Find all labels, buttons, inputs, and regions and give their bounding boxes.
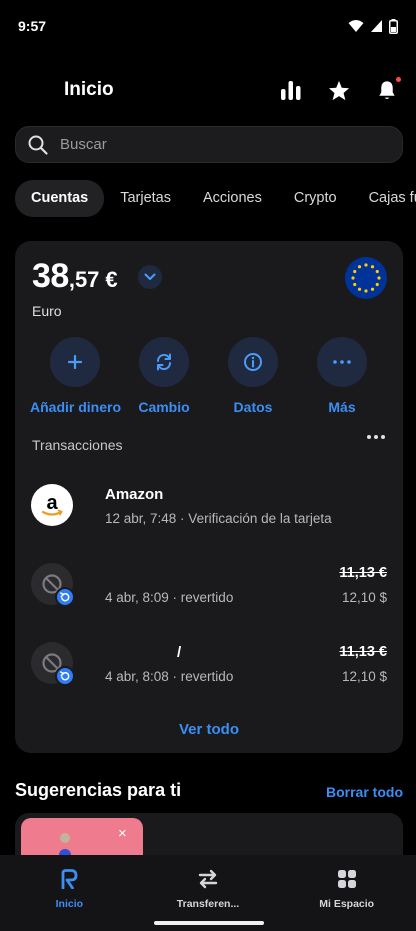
notification-badge (396, 77, 401, 82)
wifi-icon (348, 20, 364, 32)
nav-my-space-label[interactable]: Mi Espacio (277, 898, 416, 910)
transaction-subtitle: 12 abr, 7:48 · Verificación de la tarjet… (105, 511, 332, 526)
transaction-amount-original: 12,10 $ (341, 590, 387, 605)
balance-integer: 38 (32, 257, 69, 295)
svg-text:a: a (46, 492, 58, 514)
battery-icon (389, 18, 398, 34)
transaction-amount: 11,13 € (339, 565, 387, 581)
tab-cajas-fuertes[interactable]: Cajas fu (353, 180, 416, 217)
header-icons (280, 77, 401, 101)
nav-home[interactable]: Inicio (0, 855, 139, 931)
signal-icon (371, 20, 382, 32)
balance: 38 ,57 € (32, 257, 118, 296)
more-icon (333, 360, 351, 364)
search-bar[interactable]: Buscar (15, 126, 403, 163)
status-time: 9:57 (18, 18, 47, 34)
action-circle[interactable] (317, 337, 367, 387)
account-selector-button[interactable] (138, 265, 162, 289)
status-bar: 9:57 (0, 0, 416, 52)
revolut-r-icon (0, 867, 139, 891)
action-circle[interactable] (139, 337, 189, 387)
tab-crypto[interactable]: Crypto (278, 180, 353, 217)
page-title: Inicio (64, 79, 114, 100)
eu-star (370, 287, 375, 291)
transaction-row[interactable]: 4 abr, 8:09 · revertido 11,13 € 12,10 $ (31, 563, 387, 607)
status-icons (348, 18, 398, 34)
eu-star (364, 263, 368, 267)
eu-star (375, 282, 379, 287)
transaction-amount: 11,13 € (339, 644, 387, 660)
transaction-row[interactable]: / 4 abr, 8:08 · revertido 11,13 € 12,10 … (31, 642, 387, 686)
tab-tarjetas[interactable]: Tarjetas (104, 180, 187, 217)
eu-star (377, 276, 381, 280)
eu-star (375, 269, 379, 274)
home-indicator[interactable] (154, 921, 264, 925)
revert-badge-icon (55, 666, 75, 686)
eu-star (357, 265, 362, 269)
chevron-down-icon (144, 273, 156, 280)
transaction-subtitle: 4 abr, 8:08 · revertido (105, 669, 234, 684)
exchange-label[interactable]: Cambio (119, 399, 209, 415)
transactions-more-icon[interactable] (367, 435, 385, 439)
star-icon[interactable] (328, 79, 350, 101)
clear-all-button[interactable]: Borrar todo (326, 784, 403, 800)
header: Inicio (0, 70, 416, 110)
account-tabs: Cuentas Tarjetas Acciones Crypto Cajas f… (15, 180, 416, 217)
exchange-button[interactable]: Cambio (119, 337, 209, 415)
account-actions: Añadir dinero Cambio Datos Más (15, 337, 403, 417)
transaction-row[interactable]: a Amazon 12 abr, 7:48 · Verificación de … (31, 484, 387, 528)
bottom-navigation: Inicio Transferen... Mi Espacio (0, 855, 416, 931)
balance-currency: € (105, 267, 118, 292)
search-icon (28, 135, 48, 155)
transaction-title: Amazon (105, 486, 164, 503)
suggestions-title: Sugerencias para ti (15, 780, 182, 800)
more-label[interactable]: Más (297, 399, 387, 415)
action-circle[interactable] (228, 337, 278, 387)
balance-decimal: ,57 (68, 267, 100, 292)
exchange-icon (156, 353, 172, 371)
see-all-button[interactable]: Ver todo (15, 721, 403, 738)
add-money-label[interactable]: Añadir dinero (30, 399, 121, 415)
add-money-button[interactable]: Añadir dinero (30, 337, 121, 415)
eu-star (353, 282, 357, 287)
eu-star (370, 265, 375, 269)
search-input[interactable]: Buscar (60, 136, 107, 153)
currency-name: Euro (32, 303, 62, 319)
eu-star (364, 289, 368, 293)
nav-transfers[interactable]: Transferen... (139, 855, 278, 931)
amazon-logo: a (31, 484, 73, 526)
plus-icon (67, 354, 83, 370)
eu-flag-icon[interactable] (345, 257, 387, 299)
transaction-title: / (177, 644, 182, 661)
grid-icon (277, 867, 416, 891)
tab-cuentas[interactable]: Cuentas (15, 180, 105, 217)
info-icon (244, 353, 262, 371)
nav-my-space[interactable]: Mi Espacio (277, 855, 416, 931)
transactions-header: Transacciones (32, 437, 123, 453)
tab-acciones[interactable]: Acciones (187, 180, 278, 217)
revert-badge-icon (55, 587, 75, 607)
action-circle[interactable] (50, 337, 100, 387)
eu-star (351, 276, 355, 280)
nav-home-label[interactable]: Inicio (0, 898, 139, 910)
transfer-icon (139, 867, 278, 891)
eu-star (357, 287, 362, 291)
nav-transfers-label[interactable]: Transferen... (139, 898, 278, 910)
notifications-bell-icon[interactable] (376, 77, 401, 101)
analytics-icon[interactable] (280, 79, 302, 101)
account-card: 38 ,57 € Euro Añadir dinero Cambio Datos (15, 241, 403, 753)
more-button[interactable]: Más (297, 337, 387, 415)
details-label[interactable]: Datos (208, 399, 298, 415)
transaction-subtitle: 4 abr, 8:09 · revertido (105, 590, 234, 605)
transaction-amount-original: 12,10 $ (341, 669, 387, 684)
details-button[interactable]: Datos (208, 337, 298, 415)
eu-star (353, 269, 357, 274)
close-icon[interactable]: × (118, 825, 127, 842)
